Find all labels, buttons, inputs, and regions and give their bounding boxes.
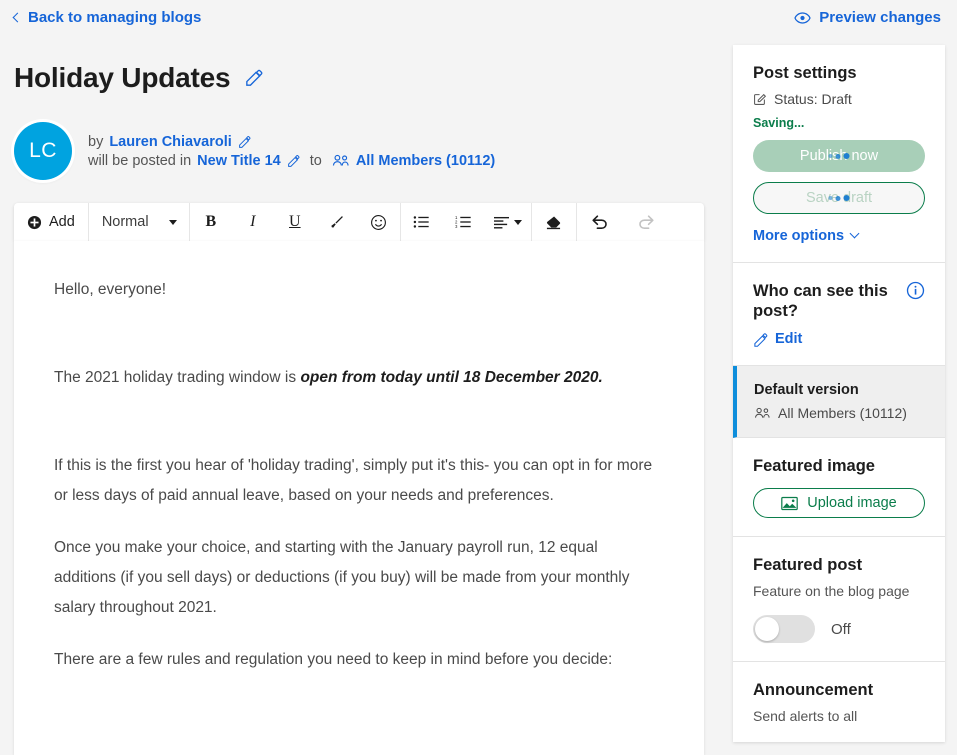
info-circle-icon[interactable] [906, 281, 925, 300]
eye-icon [794, 11, 811, 24]
pencil-icon[interactable] [238, 135, 251, 148]
editor-paragraph: The 2021 holiday trading window is open … [54, 363, 664, 393]
editor-paragraph: Hello, everyone! [54, 281, 167, 298]
publish-now-button[interactable]: Publish now [753, 140, 925, 172]
italic-button[interactable]: I [232, 203, 274, 241]
featured-post-title: Featured post [753, 556, 863, 574]
bullet-list-button[interactable] [401, 203, 443, 241]
announcement-subtitle: Send alerts to all [753, 708, 858, 724]
loading-spinner-icon [828, 153, 850, 159]
blog-name-link[interactable]: New Title 14 [197, 153, 281, 169]
align-button[interactable] [485, 203, 531, 241]
pencil-icon [753, 332, 768, 347]
status-text: Status: Draft [774, 91, 852, 107]
audience-link[interactable]: All Members (10112) [356, 153, 495, 169]
avatar-initials: LC [29, 139, 57, 162]
post-title-row: Holiday Updates [14, 62, 263, 94]
featured-post-toggle-state: Off [831, 620, 851, 638]
upload-image-button[interactable]: Upload image [753, 488, 925, 518]
paragraph-text: The 2021 holiday trading window is [54, 369, 301, 386]
caret-down-icon [168, 220, 177, 225]
editor-toolbar: Add Normal B I U 1 2 3 [14, 203, 704, 241]
people-icon [754, 407, 771, 419]
visibility-title: Who can see this post? [753, 282, 888, 320]
pencil-icon[interactable] [244, 69, 263, 88]
avatar: LC [14, 122, 72, 180]
smiley-icon[interactable] [358, 203, 400, 241]
editor-content-area[interactable]: Hello, everyone! The 2021 holiday tradin… [14, 241, 704, 755]
plus-circle-icon [27, 215, 42, 230]
top-bar: Back to managing blogs Preview changes [0, 0, 957, 40]
featured-post-subtitle: Feature on the blog page [753, 583, 910, 599]
default-version-item[interactable]: Default version All Members (10112) [733, 366, 945, 438]
numbered-list-button[interactable]: 1 2 3 [443, 203, 485, 241]
editor-paragraph: There are a few rules and regulation you… [54, 651, 613, 668]
add-button-label: Add [49, 214, 75, 230]
clear-format-button[interactable] [532, 203, 576, 241]
preview-changes-label: Preview changes [819, 9, 941, 26]
editor-paragraph: Once you make your choice, and starting … [54, 539, 630, 616]
editor-paragraph: If this is the first you hear of 'holida… [54, 457, 653, 504]
author-name-link[interactable]: Lauren Chiavaroli [109, 134, 231, 150]
text-style-value: Normal [101, 214, 149, 230]
announcement-section: Announcement Send alerts to all [733, 662, 945, 742]
caret-down-icon [513, 219, 522, 225]
more-options-toggle[interactable]: More options [753, 228, 925, 244]
featured-image-section: Featured image Upload image [733, 438, 945, 537]
by-label: by [88, 133, 104, 150]
chevron-left-icon [12, 12, 23, 23]
edit-label: Edit [775, 331, 803, 347]
post-settings-sidebar: Post settings Status: Draft Saving... Pu… [733, 45, 945, 742]
save-draft-button[interactable]: Save draft [753, 182, 925, 214]
status-row: Status: Draft [753, 91, 925, 107]
post-settings-section: Post settings Status: Draft Saving... Pu… [733, 45, 945, 263]
chevron-down-icon [849, 228, 860, 238]
author-row: LC by Lauren Chiavaroli will be posted i… [14, 122, 495, 180]
visibility-section: Who can see this post? Edit [733, 263, 945, 366]
featured-post-toggle[interactable] [753, 615, 815, 643]
posted-in-label: will be posted in [88, 152, 192, 169]
edit-square-icon [753, 92, 767, 106]
more-options-label: More options [753, 228, 845, 244]
announcement-title: Announcement [753, 681, 874, 699]
saving-status: Saving... [753, 116, 805, 130]
author-line: by Lauren Chiavaroli [88, 134, 495, 150]
brush-icon[interactable] [316, 203, 358, 241]
to-label: to [309, 152, 322, 169]
edit-visibility-link[interactable]: Edit [753, 331, 925, 347]
toggle-knob [755, 617, 779, 641]
redo-button[interactable] [623, 203, 669, 241]
image-icon [781, 496, 799, 511]
default-version-title: Default version [754, 382, 859, 398]
featured-post-section: Featured post Feature on the blog page O… [733, 537, 945, 662]
text-style-dropdown[interactable]: Normal [89, 203, 189, 241]
people-icon [332, 154, 350, 167]
pencil-icon[interactable] [287, 154, 300, 167]
default-version-audience-label: All Members (10112) [778, 405, 907, 421]
bold-button[interactable]: B [190, 203, 232, 241]
page-title: Holiday Updates [14, 62, 231, 93]
featured-image-title: Featured image [753, 457, 875, 475]
underline-button[interactable]: U [274, 203, 316, 241]
svg-text:3: 3 [455, 224, 458, 229]
posted-in-line: will be posted in New Title 14 to All Me… [88, 153, 495, 169]
default-version-audience: All Members (10112) [754, 405, 925, 421]
preview-changes-link[interactable]: Preview changes [794, 9, 941, 26]
back-link-label: Back to managing blogs [28, 9, 202, 26]
paragraph-bold-text: open from today until 18 December 2020. [300, 369, 603, 386]
upload-image-label: Upload image [807, 495, 897, 511]
back-to-managing-blogs-link[interactable]: Back to managing blogs [12, 9, 202, 26]
post-settings-title: Post settings [753, 64, 857, 82]
undo-button[interactable] [577, 203, 623, 241]
add-button[interactable]: Add [14, 203, 88, 241]
loading-spinner-icon [828, 195, 850, 201]
blog-post-editor-page: Back to managing blogs Preview changes H… [0, 0, 957, 755]
